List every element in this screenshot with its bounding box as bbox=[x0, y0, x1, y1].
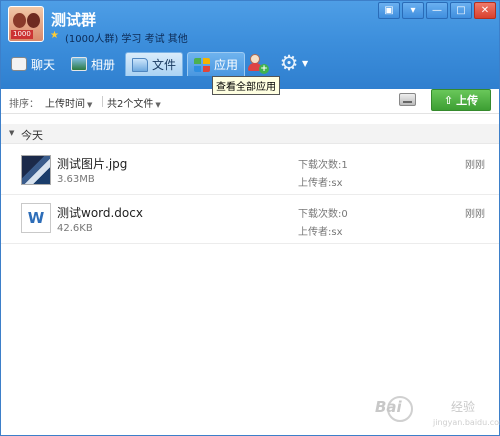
file-toolbar: 排序： 上传时间 ▼ 共2个文件 ▼ ⇧ 上传 bbox=[1, 89, 499, 114]
watermark: Bai 经验 jingyan.baidu.com bbox=[375, 394, 500, 430]
tab-bar: 聊天 相册 文件 应用 bbox=[5, 50, 246, 76]
section-title: 今天 bbox=[21, 129, 43, 142]
upload-button[interactable]: ⇧ 上传 bbox=[431, 89, 491, 111]
folder-icon bbox=[132, 57, 149, 72]
download-count: 下载次数:1 bbox=[298, 160, 348, 171]
group-window: 1000 测试群 ★ (1000人群) 学习 考试 其他 ▣ ▾ — □ ✕ 聊… bbox=[0, 0, 500, 436]
watermark-url: jingyan.baidu.com bbox=[433, 418, 500, 427]
tab-files[interactable]: 文件 bbox=[125, 52, 184, 76]
close-button[interactable]: ✕ bbox=[474, 2, 496, 19]
chevron-down-icon: ▼ bbox=[155, 101, 161, 109]
apps-icon bbox=[194, 57, 211, 72]
album-icon bbox=[71, 57, 88, 71]
star-icon: ★ bbox=[50, 30, 59, 41]
file-size: 3.63MB bbox=[57, 174, 95, 185]
chevron-down-icon: ▼ bbox=[87, 101, 93, 109]
group-avatar[interactable]: 1000 bbox=[8, 6, 44, 42]
group-name[interactable]: 测试群 bbox=[51, 9, 96, 30]
image-thumbnail-icon bbox=[21, 155, 51, 185]
add-member-icon[interactable]: + bbox=[247, 52, 269, 74]
tab-label: 相册 bbox=[91, 57, 116, 72]
tab-label: 聊天 bbox=[31, 57, 56, 72]
tab-apps[interactable]: 应用 bbox=[187, 52, 246, 76]
tab-label: 应用 bbox=[214, 58, 239, 72]
sort-value: 上传时间 bbox=[45, 99, 85, 110]
avatar-face-right bbox=[27, 13, 40, 28]
avatar-face-left bbox=[13, 13, 26, 28]
upload-label: 上传 bbox=[456, 94, 479, 107]
list-item[interactable]: W 测试word.docx 42.6KB 下载次数:0 上传者:sx 刚刚 bbox=[1, 196, 499, 244]
gear-icon[interactable]: ⚙ bbox=[278, 52, 300, 74]
upload-time: 刚刚 bbox=[465, 209, 485, 220]
tab-chat[interactable]: 聊天 bbox=[5, 52, 61, 76]
skin-button[interactable]: ▣ bbox=[378, 2, 400, 19]
tab-label: 文件 bbox=[152, 58, 177, 72]
disk-icon[interactable] bbox=[399, 93, 416, 106]
uploader: 上传者:sx bbox=[298, 227, 343, 238]
window-buttons: ▣ ▾ — □ ✕ bbox=[378, 2, 496, 19]
uploader: 上传者:sx bbox=[298, 178, 343, 189]
file-count-dropdown[interactable]: 共2个文件 ▼ bbox=[107, 95, 161, 110]
chevron-down-icon: ▼ bbox=[9, 129, 15, 137]
chevron-down-icon[interactable]: ▼ bbox=[302, 59, 308, 68]
tab-album[interactable]: 相册 bbox=[65, 52, 121, 76]
list-item[interactable]: 测试图片.jpg 3.63MB 下载次数:1 上传者:sx 刚刚 bbox=[1, 147, 499, 195]
word-file-icon: W bbox=[21, 203, 51, 233]
section-today[interactable]: ▼ 今天 bbox=[1, 124, 499, 144]
minimize-button[interactable]: — bbox=[426, 2, 448, 19]
watermark-text: Bai bbox=[375, 398, 402, 416]
download-count: 下载次数:0 bbox=[298, 209, 348, 220]
upload-time: 刚刚 bbox=[465, 160, 485, 171]
watermark-sub: 经验 bbox=[451, 400, 476, 414]
avatar-tag: 1000 bbox=[11, 30, 33, 39]
sort-dropdown[interactable]: 上传时间 ▼ bbox=[45, 95, 92, 110]
upload-icon: ⇧ bbox=[443, 93, 454, 107]
group-subtitle: (1000人群) 学习 考试 其他 bbox=[65, 34, 188, 45]
file-size: 42.6KB bbox=[57, 223, 93, 234]
file-count: 共2个文件 bbox=[107, 99, 154, 110]
file-name[interactable]: 测试图片.jpg bbox=[57, 155, 127, 172]
sort-label: 排序： bbox=[9, 99, 39, 110]
chat-icon bbox=[11, 57, 27, 71]
plus-badge: + bbox=[259, 64, 269, 74]
maximize-button[interactable]: □ bbox=[450, 2, 472, 19]
file-name[interactable]: 测试word.docx bbox=[57, 204, 143, 221]
menu-button[interactable]: ▾ bbox=[402, 2, 424, 19]
divider bbox=[102, 96, 103, 107]
